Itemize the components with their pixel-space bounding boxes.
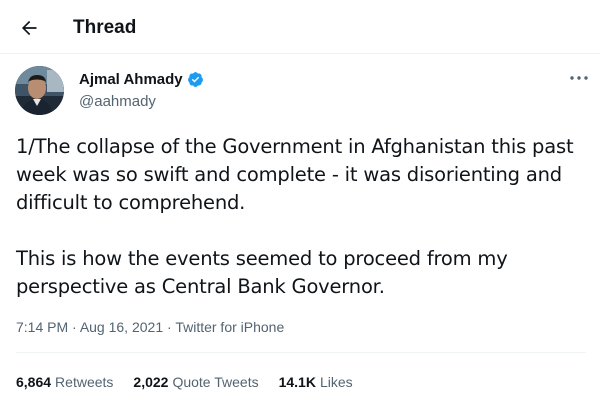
tweet-date[interactable]: Aug 16, 2021 <box>80 319 163 335</box>
tweet-text: 1/The collapse of the Government in Afgh… <box>16 133 586 301</box>
retweets-count: 6,864 <box>16 374 52 390</box>
author-handle[interactable]: @aahmady <box>79 92 156 111</box>
tweet-paragraph: 1/The collapse of the Government in Afgh… <box>16 135 574 214</box>
tweet-stats: 6,864 Retweets 2,022 Quote Tweets 14.1K Lik… <box>16 373 353 391</box>
author-name[interactable]: Ajmal Ahmady <box>79 70 183 89</box>
divider <box>16 352 586 353</box>
likes-label: Likes <box>319 374 353 390</box>
author-name-row[interactable]: Ajmal Ahmady <box>79 70 204 89</box>
tweet-source[interactable]: Twitter for iPhone <box>175 319 284 335</box>
avatar[interactable] <box>15 66 64 115</box>
thread-header: Thread <box>0 0 600 54</box>
back-button[interactable] <box>14 13 44 43</box>
tweet-time[interactable]: 7:14 PM <box>16 319 68 335</box>
quote-tweets-stat[interactable]: 2,022 Quote Tweets <box>133 373 258 391</box>
retweets-stat[interactable]: 6,864 Retweets <box>16 373 113 391</box>
quote-tweets-count: 2,022 <box>133 374 169 390</box>
more-horizontal-icon <box>570 76 588 80</box>
likes-count: 14.1K <box>278 374 316 390</box>
quote-tweets-label: Quote Tweets <box>172 374 259 390</box>
retweets-label: Retweets <box>55 374 114 390</box>
tweet-meta: 7:14 PM · Aug 16, 2021 · Twitter for iPh… <box>16 318 284 336</box>
avatar-photo <box>15 66 64 115</box>
meta-separator: · <box>72 319 80 335</box>
verified-badge-icon <box>187 71 204 88</box>
tweet-page: Thread Ajmal Ahmady @aahmady 1/The colla… <box>0 0 600 400</box>
tweet-paragraph: This is how the events seemed to proceed… <box>16 247 508 298</box>
page-title: Thread <box>73 17 137 38</box>
more-options-button[interactable] <box>565 68 593 88</box>
likes-stat[interactable]: 14.1K Likes <box>279 373 353 391</box>
arrow-left-icon <box>22 20 37 36</box>
